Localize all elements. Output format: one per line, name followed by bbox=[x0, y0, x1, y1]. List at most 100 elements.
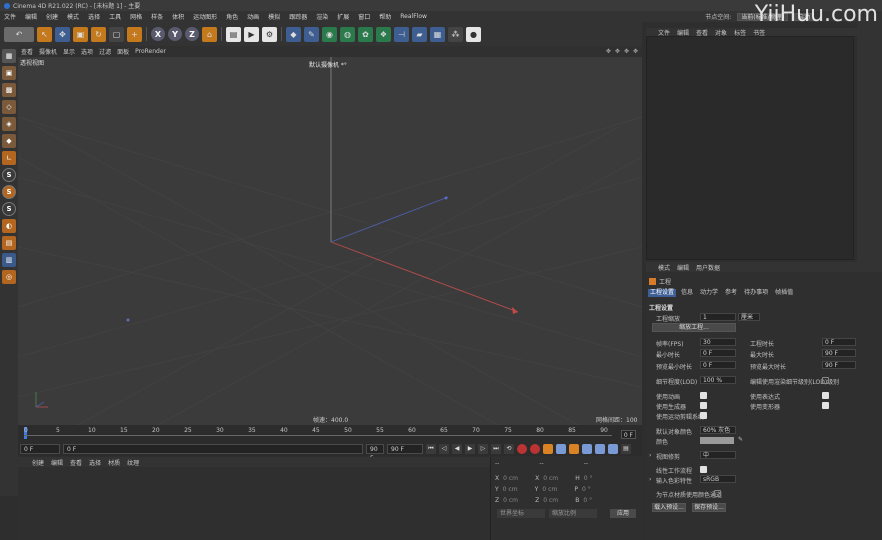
render-view-icon[interactable]: ▤ bbox=[226, 26, 241, 42]
attr-tab[interactable]: 待办事项 bbox=[742, 289, 770, 297]
snap-settings-icon[interactable]: S bbox=[2, 185, 16, 199]
timeline[interactable]: 0 F 0 5 10 15 20 25 30 35 40 45 50 55 60 65 70 75 80 85 90 bbox=[18, 425, 642, 441]
quantize-icon[interactable]: S bbox=[2, 202, 16, 216]
menu-item[interactable]: 样条 bbox=[151, 12, 163, 21]
solo-icon[interactable]: ◎ bbox=[2, 270, 16, 284]
axis-mode-icon[interactable]: ∟ bbox=[2, 151, 16, 165]
loop-icon[interactable]: ⟲ bbox=[504, 443, 514, 454]
timeline-window-icon[interactable]: ▤ bbox=[621, 443, 631, 454]
save-preset-button[interactable]: 保存预设... bbox=[692, 503, 726, 512]
coord-value[interactable]: 0 ° bbox=[583, 497, 611, 504]
pen-icon[interactable]: ✎ bbox=[304, 26, 319, 42]
material-menu-item[interactable]: 创建 bbox=[32, 458, 44, 467]
rotate-icon[interactable]: ↻ bbox=[91, 26, 106, 42]
material-menu-item[interactable]: 查看 bbox=[70, 458, 82, 467]
attribute-menu-item[interactable]: 模式 bbox=[658, 263, 670, 272]
polygons-mode-icon[interactable]: ◆ bbox=[2, 134, 16, 148]
deformer-icon[interactable]: ❖ bbox=[376, 26, 391, 42]
menu-item[interactable]: 体积 bbox=[172, 12, 184, 21]
go-to-end-icon[interactable]: ⏭ bbox=[491, 443, 501, 454]
recent-tool-icon[interactable]: ▢ bbox=[109, 26, 124, 42]
fps-input[interactable]: 30 bbox=[700, 338, 736, 346]
axis-x-button[interactable]: X bbox=[151, 27, 165, 41]
coord-system-icon[interactable]: ⌂ bbox=[202, 26, 217, 42]
coord-mode-select[interactable]: 缩放比例 bbox=[549, 509, 597, 518]
menu-item[interactable]: 创建 bbox=[46, 12, 58, 21]
material-menu-item[interactable]: 编辑 bbox=[51, 458, 63, 467]
bulb-icon[interactable]: ● bbox=[466, 26, 481, 42]
coord-value[interactable]: 0 cm bbox=[543, 497, 571, 504]
menu-item[interactable]: 选择 bbox=[88, 12, 100, 21]
attribute-menu-item[interactable]: 编辑 bbox=[677, 263, 689, 272]
coord-value[interactable]: 0 ° bbox=[584, 475, 612, 482]
end-frame-field-2[interactable]: 90 F bbox=[387, 443, 423, 454]
play-icon[interactable]: ▶ bbox=[465, 443, 475, 454]
timeline-current-frame[interactable]: 0 F bbox=[620, 430, 636, 439]
render-lod-checkbox[interactable] bbox=[822, 377, 829, 384]
load-preset-button[interactable]: 载入预设... bbox=[652, 503, 686, 512]
pla-key-icon[interactable] bbox=[608, 443, 618, 454]
lod-input[interactable]: 100 % bbox=[700, 376, 736, 384]
prev-key-icon[interactable]: ◁ bbox=[439, 443, 449, 454]
menu-item[interactable]: 编辑 bbox=[25, 12, 37, 21]
render-settings-icon[interactable]: ⚙ bbox=[262, 26, 277, 42]
model-mode-icon[interactable]: ▣ bbox=[2, 66, 16, 80]
workplane-icon[interactable]: ◐ bbox=[2, 219, 16, 233]
menu-item[interactable]: 窗口 bbox=[358, 12, 370, 21]
subdivision-icon[interactable]: ◉ bbox=[322, 26, 337, 42]
use-expression-checkbox[interactable] bbox=[822, 392, 829, 399]
prev-frame-icon[interactable]: ◀ bbox=[452, 443, 462, 454]
attr-tab[interactable]: 动力学 bbox=[698, 289, 720, 297]
viewport-menu-item[interactable]: 查看 bbox=[21, 47, 33, 56]
view-clip-expander-icon[interactable]: › bbox=[649, 452, 651, 459]
viewport-menu-item[interactable]: ProRender bbox=[135, 48, 166, 55]
snap-icon[interactable]: S bbox=[2, 168, 16, 182]
coord-value[interactable]: 0 cm bbox=[503, 497, 531, 504]
use-deformer-checkbox[interactable] bbox=[822, 402, 829, 409]
go-to-start-icon[interactable]: ⏮ bbox=[426, 443, 436, 454]
menu-item[interactable]: 文件 bbox=[4, 12, 16, 21]
scale-input[interactable]: 1 bbox=[700, 313, 736, 321]
viewport-menu-item[interactable]: 过滤 bbox=[99, 47, 111, 56]
attribute-menu-item[interactable]: 用户数据 bbox=[696, 263, 720, 272]
scale-unit-select[interactable]: 厘米 bbox=[738, 313, 760, 321]
parameter-key-icon[interactable] bbox=[595, 443, 605, 454]
preview-max-input[interactable]: 90 F bbox=[822, 361, 856, 369]
attr-tab[interactable]: 帧插值 bbox=[773, 289, 795, 297]
use-motion-checkbox[interactable] bbox=[700, 412, 707, 419]
material-menu-item[interactable]: 材质 bbox=[108, 458, 120, 467]
project-time-input[interactable]: 0 F bbox=[822, 338, 856, 346]
material-menu-item[interactable]: 选择 bbox=[89, 458, 101, 467]
menu-item[interactable]: 角色 bbox=[226, 12, 238, 21]
viewport-menu-item[interactable]: 摄像机 bbox=[39, 47, 57, 56]
coord-value[interactable]: 0 ° bbox=[582, 486, 610, 493]
menu-item[interactable]: 动画 bbox=[247, 12, 259, 21]
move-view-icon[interactable]: ✥ bbox=[606, 48, 611, 55]
coord-space-select[interactable]: 世界坐标 bbox=[497, 509, 545, 518]
vertex-color-checkbox[interactable] bbox=[714, 490, 721, 497]
generator-icon[interactable]: ✿ bbox=[358, 26, 373, 42]
material-menu-item[interactable]: 纹理 bbox=[127, 458, 139, 467]
scale-project-button[interactable]: 缩放工程... bbox=[652, 323, 736, 332]
input-color-expander-icon[interactable]: › bbox=[649, 476, 651, 483]
menu-item[interactable]: 模式 bbox=[67, 12, 79, 21]
max-time-input[interactable]: 90 F bbox=[822, 349, 856, 357]
scene-icon[interactable]: ⁂ bbox=[448, 26, 463, 42]
viewport-menu-item[interactable]: 面板 bbox=[117, 47, 129, 56]
toggle-view-icon[interactable]: ✥ bbox=[633, 48, 638, 55]
menu-item[interactable]: 运动图形 bbox=[193, 12, 217, 21]
autokey-icon[interactable] bbox=[530, 443, 540, 454]
attr-tab[interactable]: 信息 bbox=[679, 289, 695, 297]
end-frame-field[interactable]: 90 F bbox=[366, 443, 384, 462]
points-mode-icon[interactable]: ◇ bbox=[2, 100, 16, 114]
apply-button[interactable]: 应用 bbox=[609, 509, 636, 518]
linear-workflow-checkbox[interactable] bbox=[700, 466, 707, 473]
viewport-menu-item[interactable]: 选项 bbox=[81, 47, 93, 56]
axis-y-button[interactable]: Y bbox=[168, 27, 182, 41]
menu-item[interactable]: 工具 bbox=[109, 12, 121, 21]
attr-tab[interactable]: 工程设置 bbox=[648, 289, 677, 297]
cube-icon[interactable]: ◆ bbox=[286, 26, 301, 42]
array-icon[interactable]: ◍ bbox=[340, 26, 355, 42]
record-icon[interactable] bbox=[517, 443, 527, 454]
attr-tab[interactable]: 参考 bbox=[723, 289, 739, 297]
